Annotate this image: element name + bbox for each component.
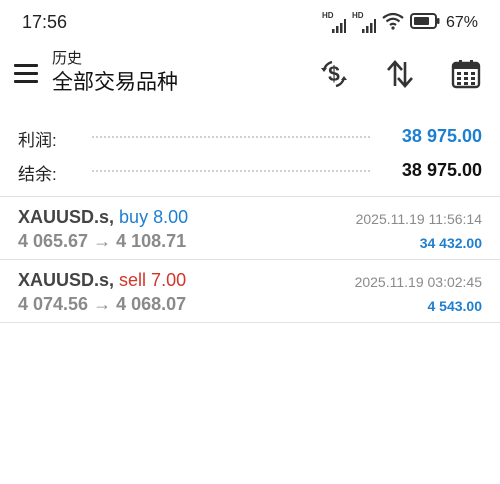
battery-icon [409, 12, 440, 34]
signal-icon: HD [322, 11, 346, 33]
profit-label: 利润: [18, 131, 57, 150]
app-header: 历史 全部交易品种 $ [0, 46, 500, 106]
battery-percent: 67% [445, 14, 478, 31]
status-bar: 17:56 HD HD 67% [0, 0, 500, 46]
dotted-leader [92, 136, 370, 138]
trade-symbol: XAUUSD.s, [18, 270, 115, 290]
trade-row[interactable]: XAUUSD.s, buy 8.00 4 065.67 → 4 108.71 2… [0, 197, 500, 259]
trade-title: XAUUSD.s, buy 8.00 [18, 207, 188, 228]
trade-timestamp: 2025.11.19 03:02:45 [354, 274, 482, 290]
profit-value: 38 975.00 [401, 126, 482, 146]
divider [0, 322, 500, 323]
status-time: 17:56 [22, 12, 68, 32]
balance-value: 38 975.00 [401, 160, 482, 180]
battery: 67% [409, 12, 478, 34]
trade-timestamp: 2025.11.19 11:56:14 [355, 211, 482, 227]
trade-symbol: XAUUSD.s, [18, 207, 115, 227]
open-price: 4 065.67 [18, 231, 89, 251]
close-price: 4 108.71 [116, 231, 187, 251]
price-arrow: → [93, 231, 112, 251]
open-price: 4 074.56 [18, 294, 89, 314]
page-title[interactable]: 全部交易品种 [52, 68, 178, 98]
balance-row: 结余: 38 975.00 [0, 152, 500, 186]
sort-icon[interactable] [382, 56, 418, 92]
price-arrow: → [93, 294, 112, 314]
status-icons: HD HD 67% [322, 11, 478, 35]
calendar-icon[interactable] [448, 56, 484, 92]
trade-row[interactable]: XAUUSD.s, sell 7.00 4 074.56 → 4 068.07 … [0, 260, 500, 322]
trade-prices: 4 074.56 → 4 068.07 [18, 294, 186, 315]
trade-action: sell 7.00 [119, 270, 187, 290]
balance-label: 结余: [18, 165, 57, 184]
dotted-leader [92, 170, 370, 172]
page-subtitle: 历史 [52, 50, 83, 67]
menu-icon[interactable] [14, 64, 38, 84]
trade-title: XAUUSD.s, sell 7.00 [18, 270, 186, 291]
svg-text:$: $ [328, 63, 340, 86]
profit-row: 利润: 38 975.00 [0, 118, 500, 152]
currency-exchange-icon[interactable]: $ [316, 56, 352, 92]
trade-action: buy 8.00 [119, 207, 189, 227]
trade-prices: 4 065.67 → 4 108.71 [18, 231, 186, 252]
summary-section: 利润: 38 975.00 结余: 38 975.00 [0, 118, 500, 186]
close-price: 4 068.07 [116, 294, 187, 314]
header-titles: 历史 全部交易品种 [52, 50, 178, 98]
wifi-icon [382, 12, 404, 35]
signal-icon: HD [352, 11, 376, 33]
trade-profit: 34 432.00 [419, 235, 482, 251]
trade-profit: 4 543.00 [427, 298, 483, 314]
